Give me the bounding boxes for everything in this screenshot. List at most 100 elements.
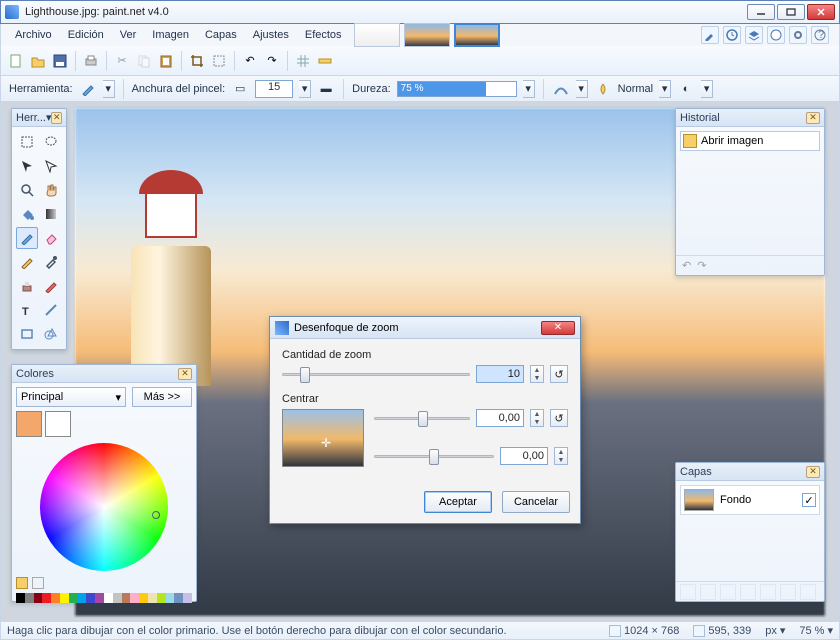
layer-up-icon[interactable] [760,584,776,600]
brush-width-value[interactable]: 15 [255,80,293,98]
tool-eraser[interactable] [40,227,62,249]
alpha-dropdown[interactable]: ▾ [701,80,713,98]
tool-paintbrush[interactable] [16,227,38,249]
paste-icon[interactable] [157,52,175,70]
palette-swatch[interactable] [130,593,139,603]
ruler-icon[interactable] [316,52,334,70]
palette-swatch[interactable] [104,593,113,603]
brush-width-dropdown[interactable]: ▾ [299,80,311,98]
palette-swatch[interactable] [86,593,95,603]
amount-value[interactable]: 10 [476,365,524,383]
palette-swatch[interactable] [69,593,78,603]
palette-swatch[interactable] [166,593,175,603]
secondary-color-swatch[interactable] [45,411,71,437]
color-palette[interactable] [16,593,192,603]
blend-dropdown[interactable]: ▾ [659,80,671,98]
status-zoom[interactable]: 75 % [799,625,824,637]
dialog-close-button[interactable]: ✕ [541,321,575,335]
status-unit[interactable]: px [765,625,777,637]
palette-swatch[interactable] [148,593,157,603]
tool-recolor[interactable] [40,275,62,297]
tool-pencil[interactable] [16,251,38,273]
tool-move[interactable] [16,155,38,177]
tool-line[interactable] [40,299,62,321]
grid-icon[interactable] [294,52,312,70]
center-y-spinner[interactable]: ▲▼ [554,447,568,465]
tool-text[interactable]: T [16,299,38,321]
redo-small-icon[interactable]: ↷ [697,259,706,272]
tool-shapes[interactable] [40,323,62,345]
hardness-slider[interactable]: 75 % [397,81,517,97]
center-y-value[interactable]: 0,00 [500,447,548,465]
blend-icon[interactable] [594,80,612,98]
save-icon[interactable] [51,52,69,70]
maximize-button[interactable] [777,4,805,20]
brush-minus-icon[interactable]: ▭ [231,80,249,98]
hardness-dropdown[interactable]: ▾ [523,80,535,98]
layer-add-icon[interactable] [680,584,696,600]
tool-rect[interactable] [16,323,38,345]
palette-swatch[interactable] [113,593,122,603]
palette-swatch[interactable] [139,593,148,603]
center-preview[interactable]: ✛ [282,409,364,467]
tool-lasso[interactable] [40,131,62,153]
layer-props-icon[interactable] [800,584,816,600]
palette-swatch[interactable] [51,593,60,603]
tools-window-icon[interactable] [701,26,719,44]
layer-merge-icon[interactable] [740,584,756,600]
colors-window-icon[interactable] [767,26,785,44]
layers-close-icon[interactable]: ✕ [806,466,820,478]
palette-save-icon[interactable] [16,577,28,589]
brush-plus-icon[interactable]: ▬ [317,80,335,98]
layer-down-icon[interactable] [780,584,796,600]
history-close-icon[interactable]: ✕ [806,112,820,124]
layer-dup-icon[interactable] [720,584,736,600]
amount-slider[interactable] [282,365,470,383]
new-icon[interactable] [7,52,25,70]
palette-swatch[interactable] [174,593,183,603]
crop-icon[interactable] [188,52,206,70]
tool-rect-select[interactable] [16,131,38,153]
center-x-value[interactable]: 0,00 [476,409,524,427]
doc-thumb-3[interactable] [454,23,500,47]
palette-swatch[interactable] [122,593,131,603]
menu-effects[interactable]: Efectos [297,26,350,44]
history-item[interactable]: Abrir imagen [680,131,820,151]
antialias-icon[interactable] [552,80,570,98]
menu-file[interactable]: Archivo [7,26,60,44]
color-wheel[interactable] [40,443,168,571]
tool-dropdown[interactable]: ▾ [103,80,115,98]
palette-swatch[interactable] [157,593,166,603]
close-button[interactable] [807,4,835,20]
center-reset-button[interactable]: ↺ [550,409,568,427]
active-tool-icon[interactable] [79,80,97,98]
menu-view[interactable]: Ver [112,26,145,44]
layers-window-icon[interactable] [745,26,763,44]
primary-color-swatch[interactable] [16,411,42,437]
tool-fill[interactable] [16,203,38,225]
ok-button[interactable]: Aceptar [424,491,492,513]
amount-spinner[interactable]: ▲▼ [530,365,544,383]
layer-row[interactable]: Fondo ✓ [680,485,820,515]
tools-close-icon[interactable]: ✕ [51,112,62,124]
deselect-icon[interactable] [210,52,228,70]
colors-close-icon[interactable]: ✕ [178,368,192,380]
palette-swatch[interactable] [183,593,192,603]
help-icon[interactable]: ? [811,26,829,44]
palette-swatch[interactable] [60,593,69,603]
redo-icon[interactable]: ↷ [263,52,281,70]
palette-swatch[interactable] [34,593,43,603]
antialias-dropdown[interactable]: ▾ [576,80,588,98]
settings-icon[interactable] [789,26,807,44]
center-x-slider[interactable] [374,409,470,427]
tool-clone[interactable] [16,275,38,297]
minimize-button[interactable] [747,4,775,20]
palette-menu-icon[interactable] [32,577,44,589]
cancel-button[interactable]: Cancelar [502,491,570,513]
color-mode-dropdown[interactable]: Principal▾ [16,387,126,407]
doc-thumb-1[interactable] [354,23,400,47]
doc-thumb-2[interactable] [404,23,450,47]
menu-layers[interactable]: Capas [197,26,245,44]
undo-small-icon[interactable]: ↶ [682,259,691,272]
colors-more-button[interactable]: Más >> [132,387,192,407]
